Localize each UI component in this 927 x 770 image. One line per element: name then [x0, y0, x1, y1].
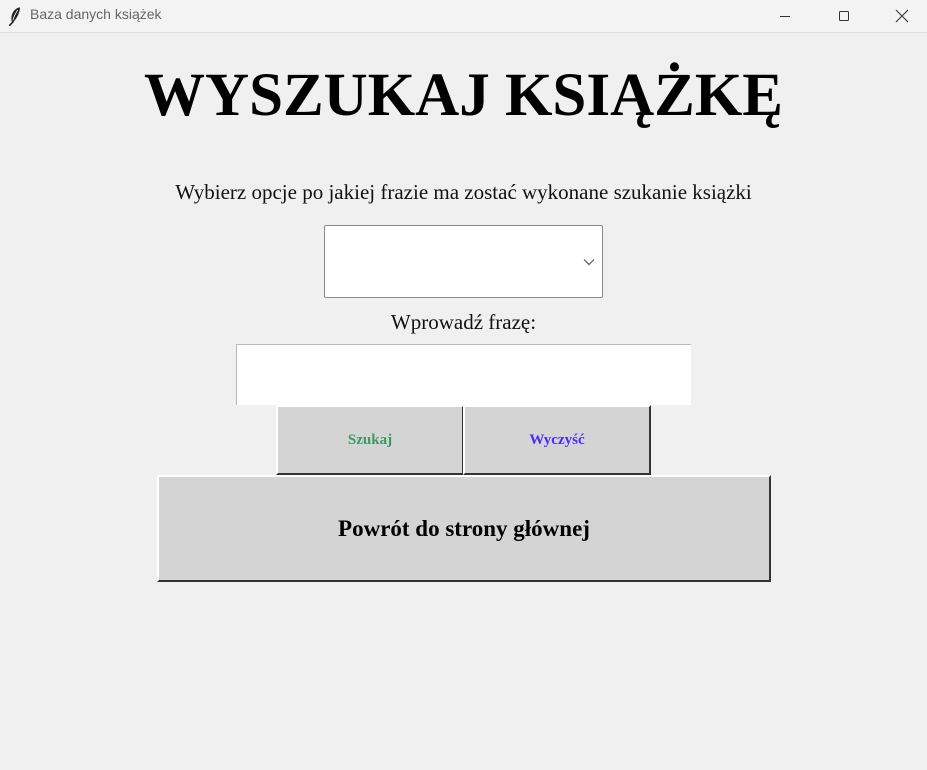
minimize-button[interactable]	[756, 0, 814, 32]
feather-icon	[7, 6, 22, 26]
maximize-button[interactable]	[815, 0, 873, 32]
back-to-home-button[interactable]: Powrót do strony głównej	[157, 475, 771, 582]
close-icon	[895, 9, 909, 23]
window-title: Baza danych książek	[30, 6, 162, 22]
page-heading: WYSZUKAJ KSIĄŻKĘ	[144, 62, 783, 129]
close-button[interactable]	[873, 0, 927, 32]
search-option-combobox[interactable]	[324, 225, 603, 298]
search-button[interactable]: Szukaj	[276, 405, 464, 475]
phrase-input[interactable]	[236, 344, 691, 405]
title-bar[interactable]: Baza danych książek	[0, 0, 927, 33]
clear-button[interactable]: Wyczyść	[463, 405, 651, 475]
search-option-instruction: Wybierz opcje po jakiej frazie ma zostać…	[175, 180, 752, 204]
application-window: Baza danych książek WYSZUKAJ KSIĄŻKĘ Wyb…	[0, 0, 927, 770]
minimize-icon	[780, 16, 790, 17]
maximize-icon	[839, 11, 849, 21]
chevron-down-icon[interactable]	[583, 258, 595, 266]
phrase-label: Wprowadź frazę:	[390, 310, 537, 334]
